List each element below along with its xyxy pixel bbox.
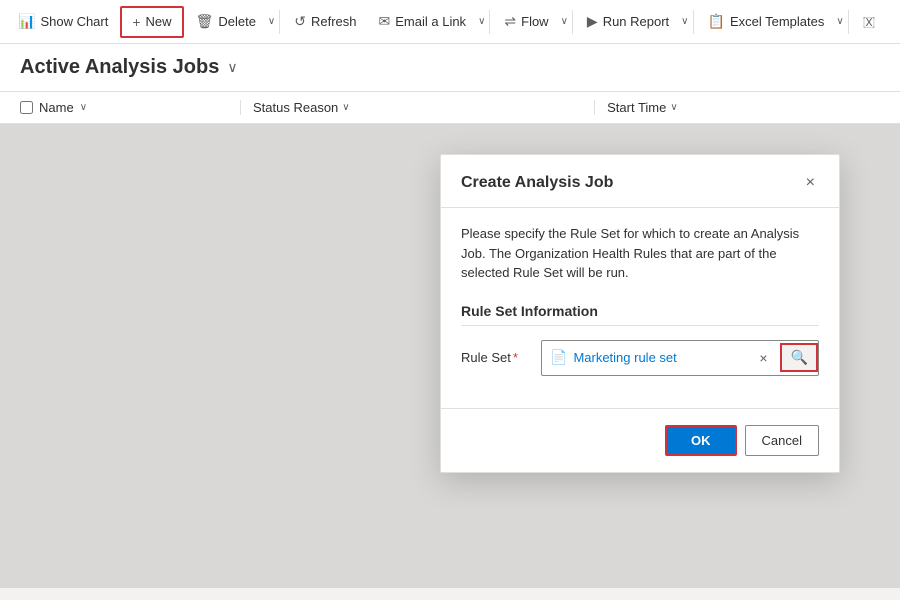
refresh-button[interactable]: ↺ Refresh xyxy=(284,7,366,36)
excel-templates-button[interactable]: 📋 Excel Templates xyxy=(698,7,835,36)
run-report-icon: ▶ xyxy=(587,13,598,30)
email-icon: ✉ xyxy=(379,13,391,30)
name-column-header[interactable]: Name ∨ xyxy=(20,100,240,115)
flow-label: Flow xyxy=(521,14,548,29)
new-button[interactable]: + New xyxy=(120,6,183,38)
column-headers: Name ∨ Status Reason ∨ Start Time ∨ xyxy=(0,92,900,124)
delete-button[interactable]: 🗑 Delete xyxy=(186,7,266,36)
rule-set-inner: 📄 Marketing rule set × xyxy=(542,341,780,375)
rule-set-search-button[interactable]: 🔍 xyxy=(780,343,818,372)
show-chart-label: Show Chart xyxy=(40,14,108,29)
flow-icon: ⇌ xyxy=(504,13,516,30)
excel-dropdown-arrow[interactable]: ∨ xyxy=(836,16,843,27)
start-time-column-header[interactable]: Start Time ∨ xyxy=(594,100,880,115)
dialog-title: Create Analysis Job xyxy=(461,174,613,192)
refresh-label: Refresh xyxy=(311,14,357,29)
start-time-column-label: Start Time xyxy=(607,100,666,115)
divider-5 xyxy=(848,10,849,34)
toolbar: 📊 Show Chart + New 🗑 Delete ∨ ↺ Refresh … xyxy=(0,0,900,44)
excel-icon: 📋 xyxy=(708,13,725,30)
name-column-label: Name xyxy=(39,100,74,115)
status-reason-column-header[interactable]: Status Reason ∨ xyxy=(240,100,594,115)
show-chart-button[interactable]: 📊 Show Chart xyxy=(8,7,118,36)
excel-extra-button[interactable]: 🇽 xyxy=(853,7,885,36)
email-link-label: Email a Link xyxy=(395,14,466,29)
dialog-body: Please specify the Rule Set for which to… xyxy=(441,208,839,408)
dialog-close-button[interactable]: × xyxy=(802,171,819,195)
email-link-button[interactable]: ✉ Email a Link xyxy=(369,7,477,36)
rule-set-doc-icon: 📄 xyxy=(550,349,567,366)
dialog-description: Please specify the Rule Set for which to… xyxy=(461,224,819,283)
run-report-label: Run Report xyxy=(603,14,669,29)
cancel-button[interactable]: Cancel xyxy=(745,425,819,456)
divider-1 xyxy=(279,10,280,34)
dialog-footer: OK Cancel xyxy=(441,408,839,472)
ok-button[interactable]: OK xyxy=(665,425,737,456)
dialog-header: Create Analysis Job × xyxy=(441,155,839,208)
rule-set-field[interactable]: 📄 Marketing rule set × 🔍 xyxy=(541,340,819,376)
delete-icon: 🗑 xyxy=(196,13,214,30)
new-label: New xyxy=(146,14,172,29)
delete-dropdown-arrow[interactable]: ∨ xyxy=(268,16,275,27)
divider-3 xyxy=(572,10,573,34)
page-header: Active Analysis Jobs ∨ xyxy=(0,44,900,92)
refresh-icon: ↺ xyxy=(294,13,306,30)
rule-set-value: Marketing rule set xyxy=(573,350,749,365)
page-title: Active Analysis Jobs xyxy=(20,56,219,79)
main-content: Create Analysis Job × Please specify the… xyxy=(0,124,900,588)
page-title-dropdown[interactable]: ∨ xyxy=(227,59,237,76)
divider-2 xyxy=(489,10,490,34)
status-reason-column-label: Status Reason xyxy=(253,100,338,115)
divider-4 xyxy=(693,10,694,34)
rule-set-clear-button[interactable]: × xyxy=(755,346,771,370)
delete-label: Delete xyxy=(218,14,256,29)
rule-set-row: Rule Set* 📄 Marketing rule set × 🔍 xyxy=(461,340,819,376)
excel-extra-icon: 🇽 xyxy=(863,13,875,30)
flow-button[interactable]: ⇌ Flow xyxy=(494,7,558,36)
select-all-checkbox[interactable] xyxy=(20,101,33,114)
email-dropdown-arrow[interactable]: ∨ xyxy=(478,16,485,27)
run-report-dropdown-arrow[interactable]: ∨ xyxy=(681,16,688,27)
status-sort-arrow[interactable]: ∨ xyxy=(342,102,349,113)
excel-templates-label: Excel Templates xyxy=(730,14,824,29)
required-indicator: * xyxy=(513,350,518,365)
show-chart-icon: 📊 xyxy=(18,13,35,30)
rule-set-label: Rule Set* xyxy=(461,350,531,365)
run-report-button[interactable]: ▶ Run Report xyxy=(577,7,679,36)
name-sort-arrow[interactable]: ∨ xyxy=(80,102,87,113)
start-time-sort-arrow[interactable]: ∨ xyxy=(670,102,677,113)
section-title: Rule Set Information xyxy=(461,303,819,326)
flow-dropdown-arrow[interactable]: ∨ xyxy=(561,16,568,27)
new-icon: + xyxy=(132,14,140,30)
create-analysis-job-dialog: Create Analysis Job × Please specify the… xyxy=(440,154,840,473)
